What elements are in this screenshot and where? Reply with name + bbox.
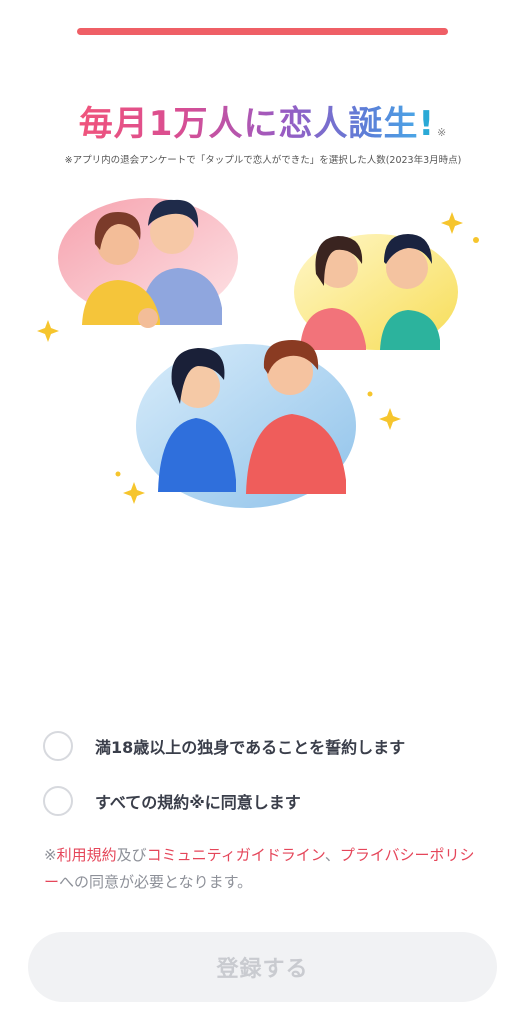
couple-blue-scene bbox=[136, 340, 356, 508]
consent-notice: ※利用規約及びコミュニティガイドライン、プライバシーポリシーへの同意が必要となり… bbox=[44, 842, 489, 896]
progress-bar-fill bbox=[77, 28, 448, 35]
pledge-checkbox-row[interactable]: 満18歳以上の独身であることを誓約します bbox=[43, 729, 405, 763]
couples-illustration bbox=[37, 198, 479, 508]
terms-checkbox-label: すべての規約※に同意します bbox=[95, 793, 301, 812]
terms-checkbox-row[interactable]: すべての規約※に同意します bbox=[43, 784, 301, 818]
terms-link[interactable]: 利用規約 bbox=[57, 846, 117, 864]
pledge-checkbox[interactable] bbox=[43, 731, 73, 761]
headline-exclamation: ! bbox=[418, 104, 435, 144]
progress-bar bbox=[77, 28, 448, 35]
consent-prefix: ※ bbox=[44, 846, 57, 864]
consent-suffix: への同意が必要となります。 bbox=[59, 873, 253, 891]
terms-checkbox[interactable] bbox=[43, 786, 73, 816]
consent-conj: 及び bbox=[116, 846, 147, 864]
headline-note-mark: ※ bbox=[436, 126, 448, 139]
register-button[interactable]: 登録する bbox=[28, 932, 497, 1002]
couple-pink-scene bbox=[58, 198, 238, 328]
headline: 毎月1万人に恋人誕生! ※ bbox=[0, 96, 526, 146]
pledge-checkbox-label: 満18歳以上の独身であることを誓約します bbox=[95, 738, 406, 757]
headline-footnote: ※アプリ内の退会アンケートで「タップルで恋人ができた」を選択した人数(2023年… bbox=[64, 155, 462, 166]
headline-text: 毎月1万人に恋人誕生 bbox=[78, 104, 419, 144]
community-guideline-link[interactable]: コミュニティガイドライン bbox=[147, 846, 325, 864]
consent-sep: 、 bbox=[324, 846, 340, 864]
couple-yellow-scene bbox=[294, 234, 458, 350]
